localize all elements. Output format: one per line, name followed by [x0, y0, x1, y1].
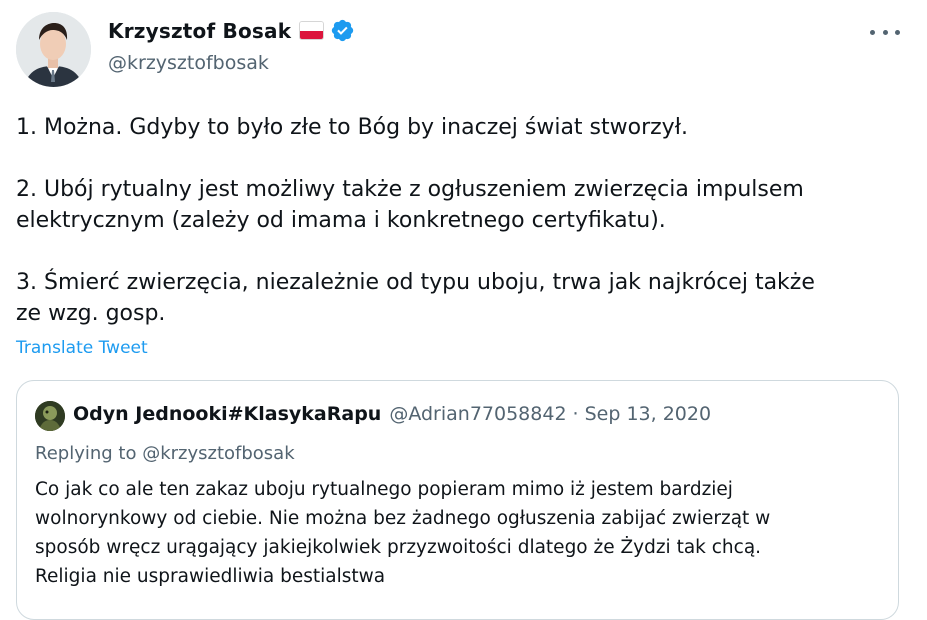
dot	[882, 29, 888, 35]
tweet-line: ze wzg. gosp.	[16, 301, 166, 326]
tweet-line: 3. Śmierć zwierzęcia, niezależnie od typ…	[16, 270, 815, 295]
tweet-paragraph-2: 2. Ubój rytualny jest możliwy także z og…	[16, 174, 906, 236]
author-avatar[interactable]	[16, 12, 91, 87]
quoted-line: sposób wręcz urągający jakiejkolwiek prz…	[35, 537, 762, 558]
tweet-paragraph-3: 3. Śmierć zwierzęcia, niezależnie od typ…	[16, 267, 906, 329]
tweet-paragraph-1: 1. Można. Gdyby to było złe to Bóg by in…	[16, 112, 906, 143]
author-name-row[interactable]: Krzysztof Bosak	[108, 18, 355, 43]
author-name[interactable]: Krzysztof Bosak	[108, 19, 291, 43]
author-handle[interactable]: @krzysztofbosak	[108, 52, 269, 74]
tweet-line: 2. Ubój rytualny jest możliwy także z og…	[16, 177, 804, 202]
quoted-line: Co jak co ale ten zakaz uboju rytualnego…	[35, 479, 733, 500]
quoted-author-handle[interactable]: @Adrian77058842	[389, 403, 566, 425]
tweet-text: 1. Można. Gdyby to było złe to Bóg by in…	[16, 112, 906, 329]
translate-tweet-link[interactable]: Translate Tweet	[16, 338, 148, 358]
quoted-date[interactable]: Sep 13, 2020	[585, 403, 711, 425]
dot	[895, 29, 900, 35]
poland-flag-icon	[299, 21, 325, 40]
dot	[870, 29, 875, 35]
quoted-line: wolnorynkowy od ciebie. Nie można bez ża…	[35, 508, 771, 529]
quoted-author-avatar[interactable]	[35, 401, 65, 431]
verified-badge-icon[interactable]	[330, 18, 355, 43]
separator-dot: ·	[572, 403, 579, 425]
tweet-line: 1. Można. Gdyby to było złe to Bóg by in…	[16, 115, 688, 140]
replying-to: Replying to @krzysztofbosak	[35, 443, 295, 464]
tweet-line: elektrycznym (zależy od imama i konkretn…	[16, 208, 666, 233]
quoted-author-name[interactable]: Odyn Jednooki#KlasykaRapu	[73, 403, 381, 425]
quoted-line: Religia nie usprawiedliwia bestialstwa	[35, 566, 386, 587]
quoted-tweet-card[interactable]: Odyn Jednooki#KlasykaRapu @Adrian7705884…	[16, 380, 899, 620]
quoted-text: Co jak co ale ten zakaz uboju rytualnego…	[35, 475, 885, 591]
quoted-header: Odyn Jednooki#KlasykaRapu @Adrian7705884…	[73, 403, 711, 425]
more-options-icon[interactable]	[868, 20, 902, 44]
